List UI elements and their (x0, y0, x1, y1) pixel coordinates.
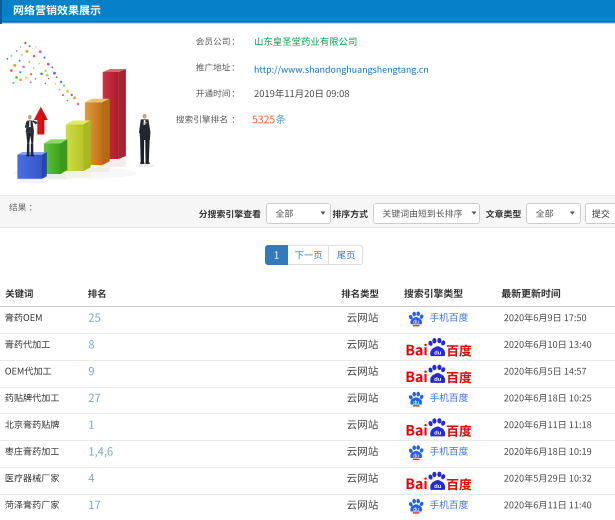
svg-text:du: du (413, 320, 419, 326)
svg-text:du: du (434, 431, 442, 437)
svg-text:du: du (413, 400, 419, 406)
svg-text:du: du (413, 507, 419, 513)
svg-text:du: du (434, 484, 442, 490)
svg-text:du: du (413, 453, 419, 459)
svg-text:du: du (434, 350, 442, 356)
svg-text:du: du (434, 377, 442, 383)
